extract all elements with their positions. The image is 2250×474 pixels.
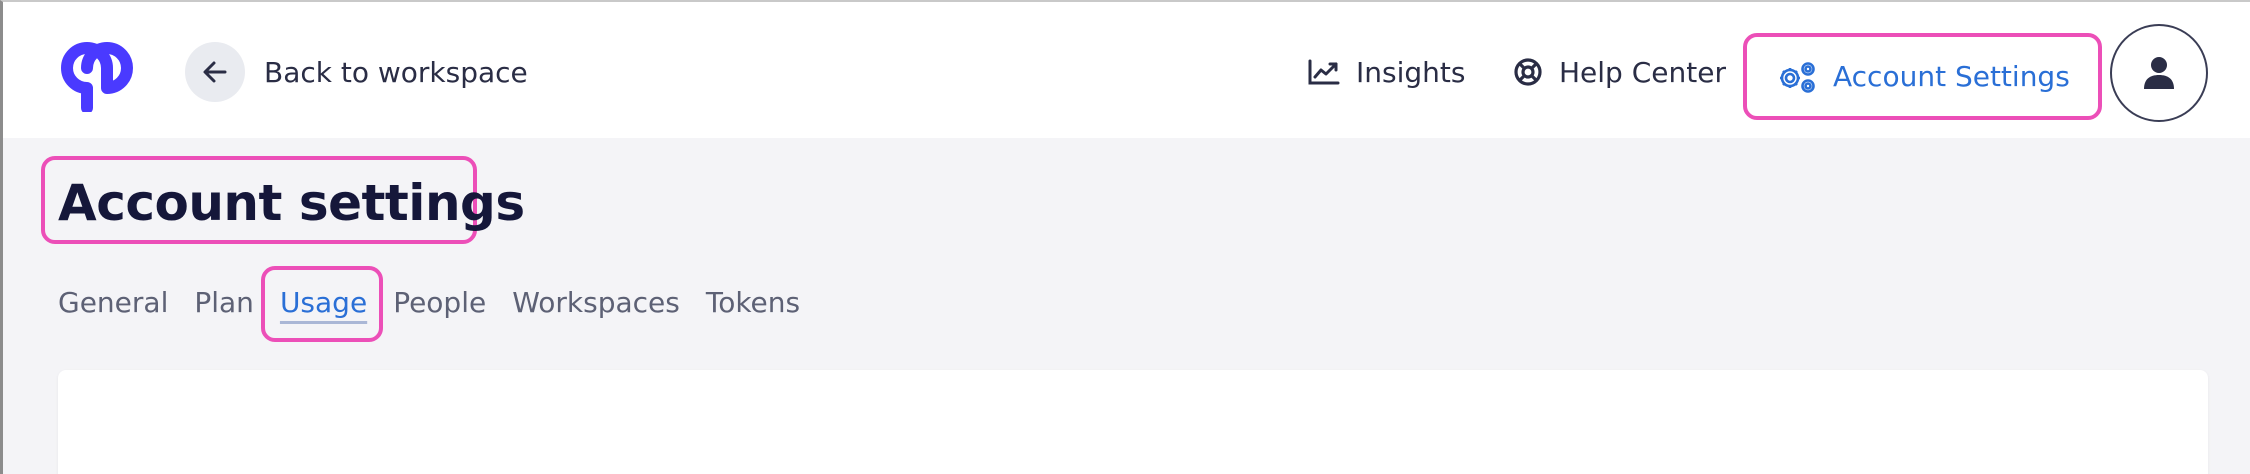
logo-mark-icon (61, 42, 133, 114)
app-window: Back to workspace Insights Help Center A… (0, 0, 2250, 474)
back-to-workspace-label: Back to workspace (264, 55, 528, 89)
page-title: Account settings (58, 174, 525, 232)
account-settings-link[interactable]: Account Settings (1743, 33, 2102, 120)
gears-icon (1780, 61, 1815, 93)
tab-workspaces[interactable]: Workspaces (512, 286, 680, 319)
usage-content-panel (58, 370, 2208, 474)
back-to-workspace-button[interactable]: Back to workspace (185, 42, 528, 102)
insights-label: Insights (1356, 55, 1466, 89)
tab-people[interactable]: People (393, 286, 486, 319)
top-navigation-bar: Back to workspace Insights Help Center A… (3, 2, 2250, 138)
settings-tabs: General Plan Usage People Workspaces Tok… (58, 277, 826, 327)
arrow-left-icon (185, 42, 245, 102)
help-center-link[interactable]: Help Center (1513, 42, 1726, 102)
help-center-label: Help Center (1559, 55, 1726, 89)
active-tab-highlight (261, 266, 383, 342)
tab-tokens[interactable]: Tokens (706, 286, 800, 319)
app-logo[interactable] (57, 34, 137, 114)
user-icon (2144, 57, 2174, 89)
insights-link[interactable]: Insights (1308, 42, 1465, 102)
life-ring-icon (1514, 58, 1542, 86)
tab-general[interactable]: General (58, 286, 168, 319)
tab-plan[interactable]: Plan (194, 286, 254, 319)
account-settings-label: Account Settings (1833, 60, 2070, 93)
chart-line-icon (1308, 59, 1340, 85)
user-avatar-button[interactable] (2110, 24, 2208, 122)
